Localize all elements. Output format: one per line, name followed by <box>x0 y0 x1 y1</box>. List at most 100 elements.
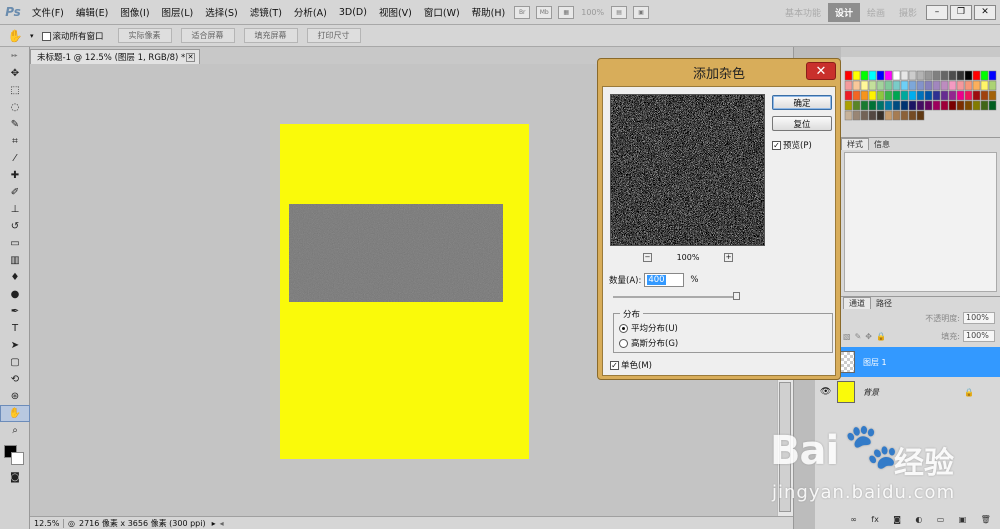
background-color[interactable] <box>11 452 24 465</box>
color-swatch[interactable] <box>868 90 877 101</box>
workspace-design[interactable]: 设计 <box>827 2 860 22</box>
screen-mode-icon[interactable]: ▣ <box>633 5 650 19</box>
menu-select[interactable]: 选择(S) <box>199 5 243 19</box>
pen-tool-icon[interactable]: ✒ <box>0 303 30 320</box>
lock-all-icon[interactable]: 🔒 <box>876 332 886 341</box>
color-swatch[interactable] <box>988 90 997 101</box>
status-arrow-icon[interactable]: ▸ <box>212 519 216 528</box>
color-swatch[interactable] <box>868 100 877 111</box>
color-swatch[interactable] <box>852 80 861 91</box>
color-swatch[interactable] <box>876 80 885 91</box>
zoom-out-button[interactable]: − <box>643 252 652 262</box>
zoom-level[interactable]: 100% <box>581 8 604 17</box>
crop-tool-icon[interactable]: ⌗ <box>0 133 30 150</box>
color-swatch[interactable] <box>876 110 885 121</box>
color-swatch[interactable] <box>964 70 973 81</box>
menu-window[interactable]: 窗口(W) <box>418 5 466 19</box>
history-brush-tool-icon[interactable]: ↺ <box>0 218 30 235</box>
color-swatch[interactable] <box>972 80 981 91</box>
color-swatch[interactable] <box>884 80 893 91</box>
bridge-icon[interactable]: Br <box>514 5 531 19</box>
dodge-tool-icon[interactable]: ● <box>0 286 30 303</box>
color-swatch[interactable] <box>908 100 917 111</box>
color-swatch[interactable] <box>988 70 997 81</box>
quick-select-tool-icon[interactable]: ✎ <box>0 116 30 133</box>
print-size-button[interactable]: 打印尺寸 <box>306 28 361 43</box>
color-swatch[interactable] <box>964 80 973 91</box>
workspace-photography[interactable]: 摄影 <box>892 6 924 19</box>
color-swatch[interactable] <box>972 100 981 111</box>
swatch-grid[interactable] <box>841 57 1000 137</box>
uniform-radio[interactable]: 平均分布(U) <box>619 322 678 334</box>
fill-field[interactable]: 100% <box>963 330 995 342</box>
menu-analysis[interactable]: 分析(A) <box>288 5 333 19</box>
scroll-all-checkbox[interactable]: 滚动所有窗口 <box>41 30 104 42</box>
restore-button[interactable]: ❐ <box>950 4 972 20</box>
color-swatch[interactable] <box>940 70 949 81</box>
color-swatch[interactable] <box>876 100 885 111</box>
menu-file[interactable]: 文件(F) <box>26 5 70 19</box>
color-swatch[interactable] <box>916 90 925 101</box>
color-swatch[interactable] <box>932 80 941 91</box>
color-swatch[interactable] <box>844 80 853 91</box>
brush-tool-icon[interactable]: ✐ <box>0 184 30 201</box>
menu-image[interactable]: 图像(I) <box>114 5 155 19</box>
color-swatch[interactable] <box>892 110 901 121</box>
layer-row-background[interactable]: 👁 背景 🔒 <box>815 377 1000 407</box>
color-swatch[interactable] <box>916 100 925 111</box>
color-swatch[interactable] <box>884 70 893 81</box>
close-window-button[interactable]: ✕ <box>974 4 996 20</box>
color-swatch[interactable] <box>860 110 869 121</box>
color-swatch[interactable] <box>932 90 941 101</box>
actual-pixels-button[interactable]: 实际像素 <box>117 28 172 43</box>
reset-button[interactable]: 复位 <box>772 116 832 131</box>
color-swatch[interactable] <box>852 70 861 81</box>
zoom-in-button[interactable]: + <box>724 252 733 262</box>
color-swatch[interactable] <box>900 110 909 121</box>
minibridge-icon[interactable]: Mb <box>536 5 553 19</box>
color-swatch[interactable] <box>868 110 877 121</box>
workspace-painting[interactable]: 绘画 <box>860 6 892 19</box>
color-swatch[interactable] <box>972 70 981 81</box>
gaussian-radio[interactable]: 高斯分布(G) <box>619 337 678 349</box>
menu-3d[interactable]: 3D(D) <box>333 7 373 18</box>
amount-slider-track[interactable] <box>613 296 739 298</box>
color-swatch[interactable] <box>884 100 893 111</box>
layer-row-1[interactable]: 图层 1 <box>815 347 1000 377</box>
color-swatch[interactable] <box>940 90 949 101</box>
color-swatch[interactable] <box>900 80 909 91</box>
color-swatch[interactable] <box>908 110 917 121</box>
color-swatch[interactable] <box>852 90 861 101</box>
blur-tool-icon[interactable]: ♦ <box>0 269 30 286</box>
color-swatch[interactable] <box>924 80 933 91</box>
color-swatch[interactable] <box>956 90 965 101</box>
ok-button[interactable]: 确定 <box>772 95 832 110</box>
lock-transparent-icon[interactable]: ▧ <box>843 332 851 341</box>
minimize-button[interactable]: – <box>926 4 948 20</box>
color-swatch[interactable] <box>980 100 989 111</box>
color-swatch[interactable] <box>900 70 909 81</box>
color-swatch[interactable] <box>964 90 973 101</box>
healing-tool-icon[interactable]: ✚ <box>0 167 30 184</box>
view-extras-icon[interactable]: ▦ <box>558 5 575 19</box>
color-swatch[interactable] <box>948 70 957 81</box>
color-swatch[interactable] <box>988 80 997 91</box>
menu-view[interactable]: 视图(V) <box>373 5 418 19</box>
color-swatch[interactable] <box>924 90 933 101</box>
monochromatic-checkbox[interactable]: ✓ 单色(M) <box>610 359 652 371</box>
tab-channels[interactable]: 通道 <box>843 297 871 309</box>
color-swatch[interactable] <box>908 70 917 81</box>
stamp-tool-icon[interactable]: ⊥ <box>0 201 30 218</box>
color-swatch[interactable] <box>916 110 925 121</box>
lasso-tool-icon[interactable]: ◌ <box>0 99 30 116</box>
eraser-tool-icon[interactable]: ▭ <box>0 235 30 252</box>
status-zoom[interactable]: 12.5% <box>30 518 64 528</box>
amount-slider-thumb[interactable] <box>733 292 740 300</box>
color-swatches[interactable] <box>0 439 29 469</box>
color-swatch[interactable] <box>852 100 861 111</box>
color-swatch[interactable] <box>900 90 909 101</box>
color-swatch[interactable] <box>924 100 933 111</box>
color-swatch[interactable] <box>852 110 861 121</box>
workspace-essentials[interactable]: 基本功能 <box>778 6 828 19</box>
layer-name[interactable]: 背景 <box>863 387 879 398</box>
